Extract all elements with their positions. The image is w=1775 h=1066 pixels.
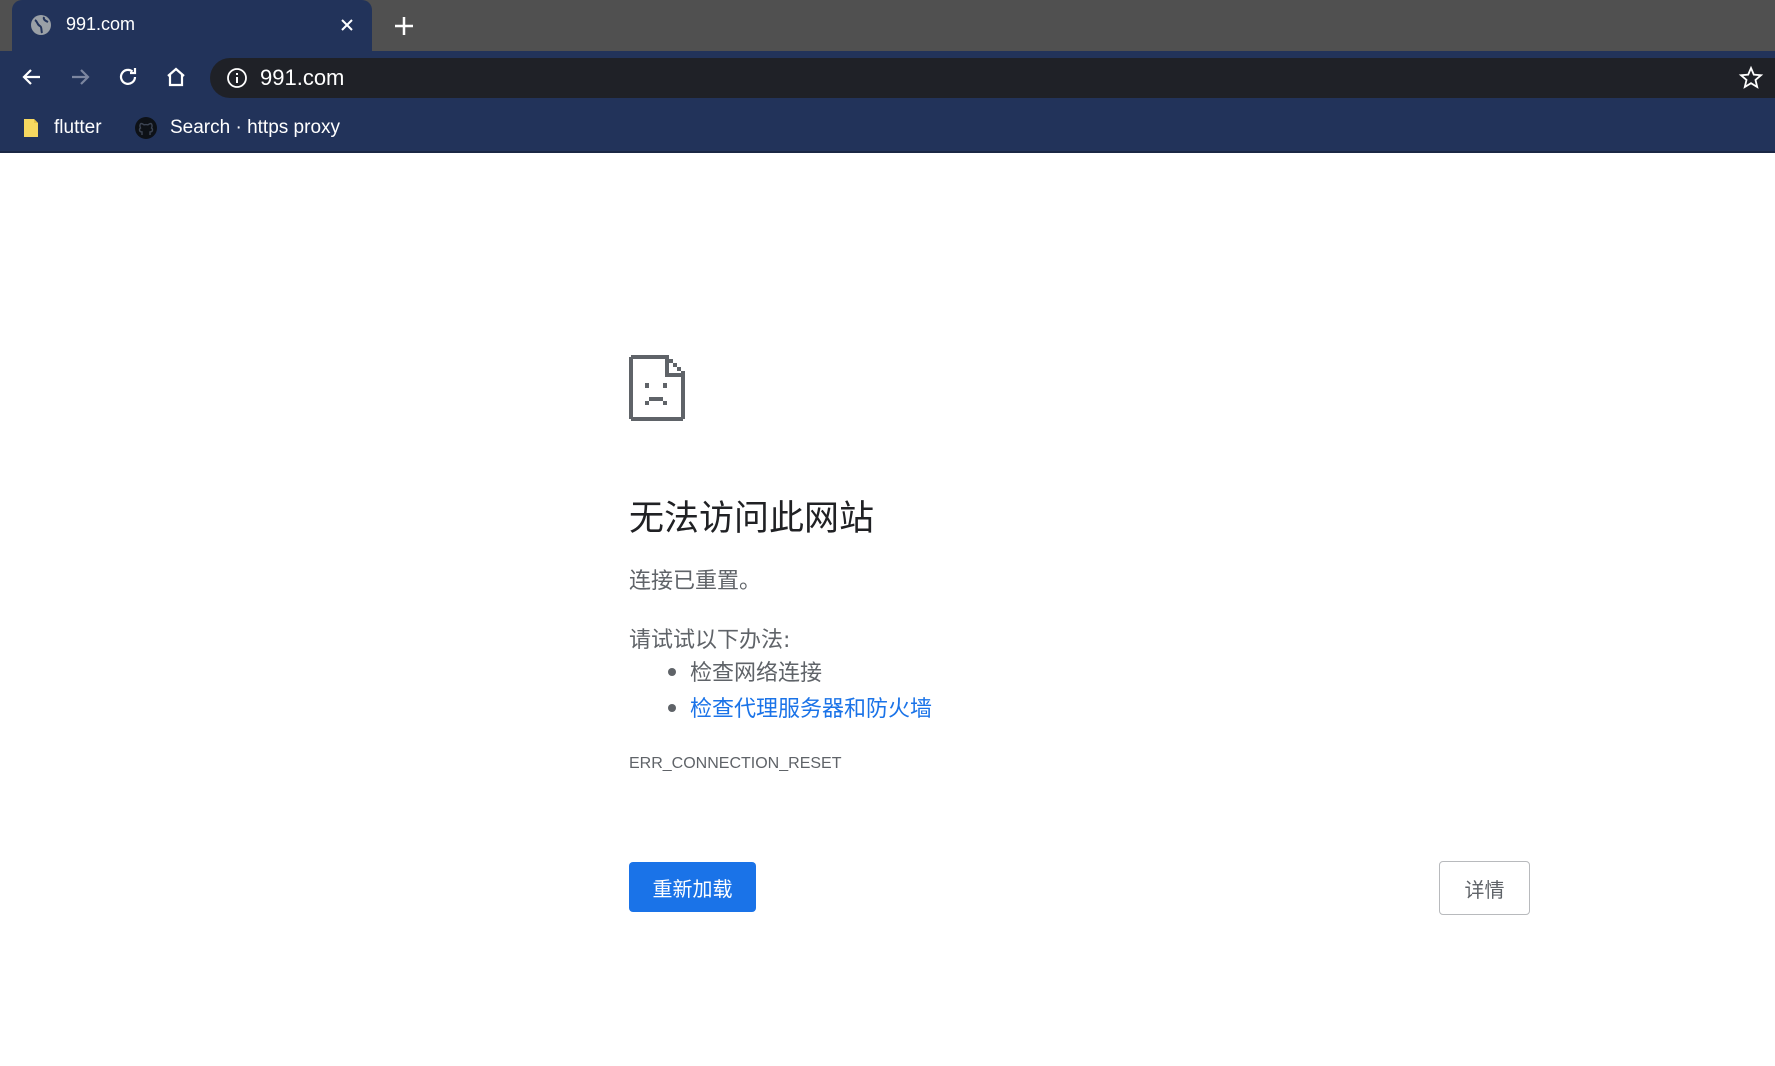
reload-page-button[interactable]: 重新加载 <box>629 862 756 912</box>
globe-icon <box>30 14 52 36</box>
sad-page-icon <box>629 355 685 421</box>
suggestions-list: 检查网络连接 检查代理服务器和防火墙 <box>629 655 932 727</box>
suggestions-heading: 请试试以下办法: <box>629 628 791 653</box>
close-tab-icon[interactable] <box>335 13 359 37</box>
address-bar[interactable]: 991.com <box>210 58 1775 98</box>
home-button[interactable] <box>161 62 191 92</box>
star-icon[interactable] <box>1738 65 1764 91</box>
browser-tab[interactable]: 991.com <box>12 0 372 51</box>
browser-toolbar: 991.com <box>0 51 1775 103</box>
details-button[interactable]: 详情 <box>1439 861 1530 915</box>
bookmarks-bar: flutter Search · https proxy <box>0 103 1775 153</box>
reload-icon <box>119 68 137 85</box>
error-code: ERR_CONNECTION_RESET <box>629 755 842 772</box>
bookmark-label: Search · https proxy <box>170 117 341 138</box>
error-subtitle: 连接已重置。 <box>629 569 762 594</box>
forward-button[interactable] <box>65 62 95 92</box>
folder-icon <box>24 119 38 137</box>
home-icon <box>167 67 185 87</box>
back-button[interactable] <box>17 62 47 92</box>
bookmark-flutter[interactable]: flutter <box>22 113 102 143</box>
bookmark-search-https-proxy[interactable]: Search · https proxy <box>134 113 340 143</box>
new-tab-button[interactable] <box>390 12 418 40</box>
plus-icon <box>395 17 413 35</box>
github-icon <box>135 117 157 139</box>
error-page: 无法访问此网站 连接已重置。 请试试以下办法: 检查网络连接 检查代理服务器和防… <box>0 155 1775 1066</box>
tab-title: 991.com <box>66 14 136 34</box>
suggestion-check-network: 检查网络连接 <box>629 655 932 691</box>
reload-button[interactable] <box>113 62 143 92</box>
error-heading: 无法访问此网站 <box>629 499 875 539</box>
info-icon[interactable] <box>226 67 248 89</box>
forward-arrow-icon <box>72 69 90 85</box>
suggestion-check-proxy-link[interactable]: 检查代理服务器和防火墙 <box>629 691 932 727</box>
back-arrow-icon <box>22 69 40 85</box>
url-text[interactable]: 991.com <box>260 65 344 91</box>
tab-strip: 991.com <box>0 0 1775 51</box>
bookmark-label: flutter <box>54 117 102 138</box>
